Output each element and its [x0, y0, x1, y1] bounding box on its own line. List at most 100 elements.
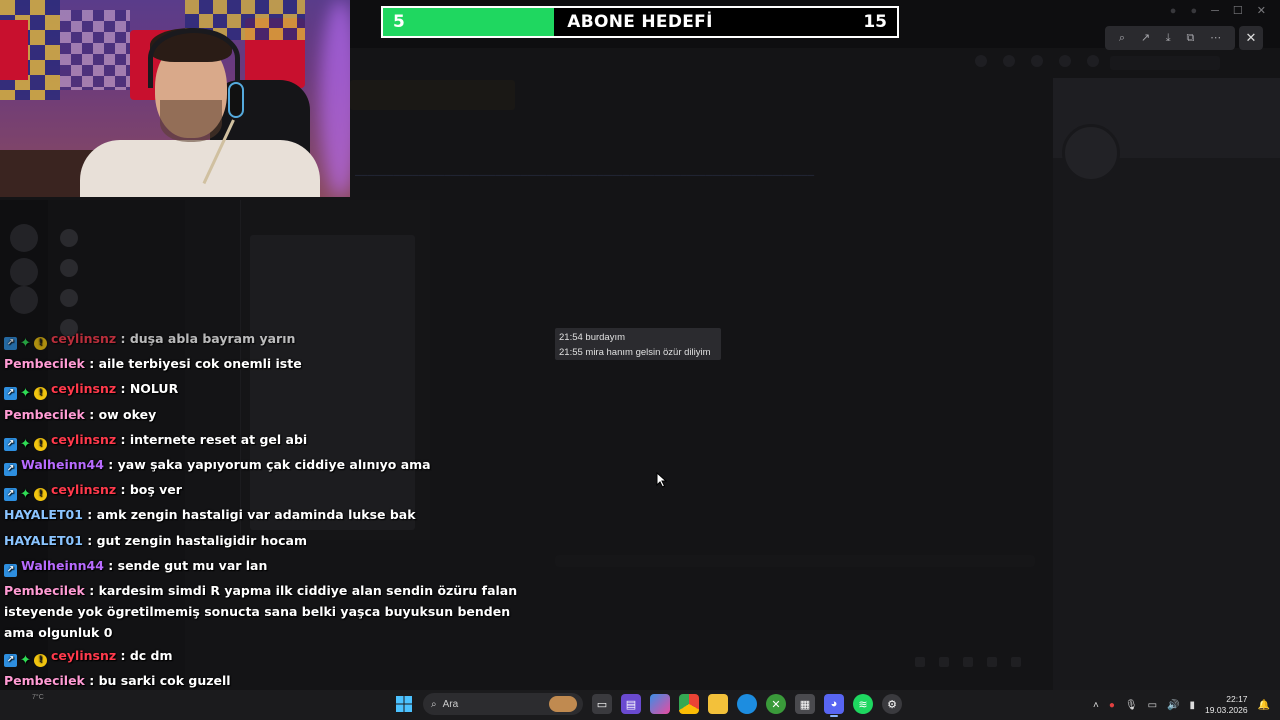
search-placeholder: Ara — [442, 698, 459, 710]
taskbar-apps: ⌕ Ara ▭ ▤ ✕ ▦ ◕ ≋ ⚙ — [394, 693, 902, 717]
chat-separator: : — [116, 648, 130, 664]
window-close-icon[interactable]: ✕ — [1257, 4, 1266, 17]
user-badges: ↗ — [4, 463, 17, 477]
chat-message: ↗ Walheinn44 : sende gut mu var lan — [0, 553, 540, 578]
moderator-badge-icon: ↗ — [4, 488, 17, 502]
avatar — [60, 259, 78, 277]
spotify-icon[interactable]: ≋ — [853, 694, 873, 714]
chat-username[interactable]: HAYALET01 — [4, 533, 83, 548]
chat-username[interactable]: ceylinsnz — [51, 648, 116, 663]
system-tray: ˄ ● 🎙 ▭ 🔊 ▮ 22:17 19.03.2026 🔔 — [1093, 694, 1270, 716]
moderator-badge-icon: ↗ — [4, 563, 17, 577]
weather-widget[interactable]: 7°C — [32, 694, 44, 701]
apps-icon — [1011, 657, 1021, 667]
chat-username[interactable]: Pembecilek — [4, 407, 85, 422]
microphone-icon[interactable]: 🎙 — [1125, 700, 1138, 711]
discord-icon[interactable]: ◕ — [824, 694, 844, 717]
add-member-icon — [1059, 55, 1071, 67]
streamer-app-icon[interactable]: ⚙ — [882, 694, 902, 714]
chat-message: Pembecilek : ow okey — [0, 402, 540, 427]
avatar — [60, 229, 78, 247]
chat-username[interactable]: ceylinsnz — [51, 331, 116, 346]
person-beard — [160, 100, 222, 142]
store-icon[interactable]: ▦ — [795, 694, 815, 714]
chat-username[interactable]: Pembecilek — [4, 356, 85, 371]
download-icon[interactable]: ⤓ — [1166, 32, 1171, 44]
profile-icon — [1087, 55, 1099, 67]
notification-bell-icon[interactable]: 🔔 — [1258, 700, 1270, 711]
message-preview-tooltip: 21:54 burdayım 21:55 mira hanım gelsin ö… — [555, 328, 721, 360]
person-shirt — [80, 140, 320, 197]
call-icon — [975, 55, 987, 67]
user-badges: ↗ — [4, 563, 17, 577]
user-badges: ↗ ✦! — [4, 386, 47, 402]
chat-username[interactable]: ceylinsnz — [51, 381, 116, 396]
chat-separator: : — [116, 381, 130, 397]
user-badges: ↗ ✦! — [4, 487, 47, 503]
copilot-icon[interactable] — [650, 694, 670, 714]
open-external-icon[interactable]: ⧉ — [1186, 32, 1194, 44]
task-view-icon[interactable]: ▭ — [592, 694, 612, 714]
goal-target-count: 15 — [863, 12, 887, 32]
video-icon — [1003, 55, 1015, 67]
chat-username[interactable]: Pembecilek — [4, 583, 85, 598]
composer-icons — [915, 657, 1021, 667]
chat-separator: : — [116, 331, 130, 346]
windows-start-icon[interactable] — [394, 694, 414, 714]
chrome-icon[interactable] — [679, 694, 699, 714]
chat-text: NOLUR — [129, 381, 179, 397]
guild-icon — [10, 258, 38, 286]
pin-icon — [1031, 55, 1043, 67]
help-icon: ● — [1190, 4, 1198, 17]
xbox-icon[interactable]: ✕ — [766, 694, 786, 714]
moderator-badge-icon: ↗ — [4, 463, 17, 477]
channel-search — [1110, 56, 1220, 70]
more-icon[interactable]: ⋯ — [1210, 32, 1221, 44]
maximize-icon[interactable]: ☐ — [1233, 4, 1243, 17]
mouse-cursor-icon — [656, 472, 668, 488]
poster — [60, 10, 130, 90]
taskbar-search[interactable]: ⌕ Ara — [423, 693, 583, 715]
network-icon[interactable]: ▭ — [1148, 700, 1157, 711]
moderator-badge-icon: ↗ — [4, 437, 17, 451]
chat-username[interactable]: ceylinsnz — [51, 432, 116, 447]
viewer-close-button[interactable]: ✕ — [1239, 26, 1263, 50]
profile-avatar — [1062, 124, 1120, 182]
subscriber-badge-icon: ! — [34, 387, 47, 401]
taskbar-clock[interactable]: 22:17 19.03.2026 — [1205, 694, 1248, 716]
subscriber-badge-icon: ! — [34, 337, 47, 350]
tray-app-icon[interactable]: ● — [1109, 700, 1115, 711]
chat-username[interactable]: HAYALET01 — [4, 507, 83, 522]
chevron-up-icon[interactable]: ˄ — [1093, 700, 1099, 711]
chat-username[interactable]: ceylinsnz — [51, 482, 116, 497]
webcam-feed — [0, 0, 350, 197]
search-highlight-image — [549, 696, 577, 712]
vip-badge-icon: ✦ — [20, 487, 31, 503]
vip-badge-icon: ✦ — [20, 436, 31, 452]
moderator-badge-icon: ↗ — [4, 654, 17, 668]
chat-username[interactable]: Pembecilek — [4, 673, 85, 688]
clock-time: 22:17 — [1226, 694, 1248, 704]
emoji-icon — [987, 657, 997, 667]
chat-username[interactable]: Walheinn44 — [21, 457, 104, 472]
chat-text: amk zengin hastaligi var adaminda lukse … — [96, 507, 416, 523]
vip-badge-icon: ✦ — [20, 386, 31, 402]
subscriber-badge-icon: ! — [34, 488, 47, 502]
minimize-icon[interactable]: ─ — [1211, 5, 1219, 17]
file-explorer-icon[interactable] — [708, 694, 728, 714]
chat-separator: : — [82, 532, 97, 548]
pinned-banner — [350, 80, 515, 110]
edge-icon[interactable] — [737, 694, 757, 714]
battery-icon[interactable]: ▮ — [1189, 700, 1195, 711]
goal-title: ABONE HEDEFİ — [567, 12, 713, 32]
volume-icon[interactable]: 🔊 — [1167, 700, 1179, 711]
gif-icon — [939, 657, 949, 667]
widgets-icon[interactable]: ▤ — [621, 694, 641, 714]
chat-text: internete reset at gel abi — [129, 431, 308, 447]
zoom-icon[interactable]: ⌕ — [1119, 32, 1125, 44]
share-icon[interactable]: ↗ — [1141, 32, 1150, 44]
chat-username[interactable]: Walheinn44 — [21, 558, 104, 573]
chat-message: ↗ ✦! ceylinsnz : dc dm — [0, 643, 540, 668]
search-icon: ⌕ — [431, 698, 437, 710]
avatar — [60, 289, 78, 307]
